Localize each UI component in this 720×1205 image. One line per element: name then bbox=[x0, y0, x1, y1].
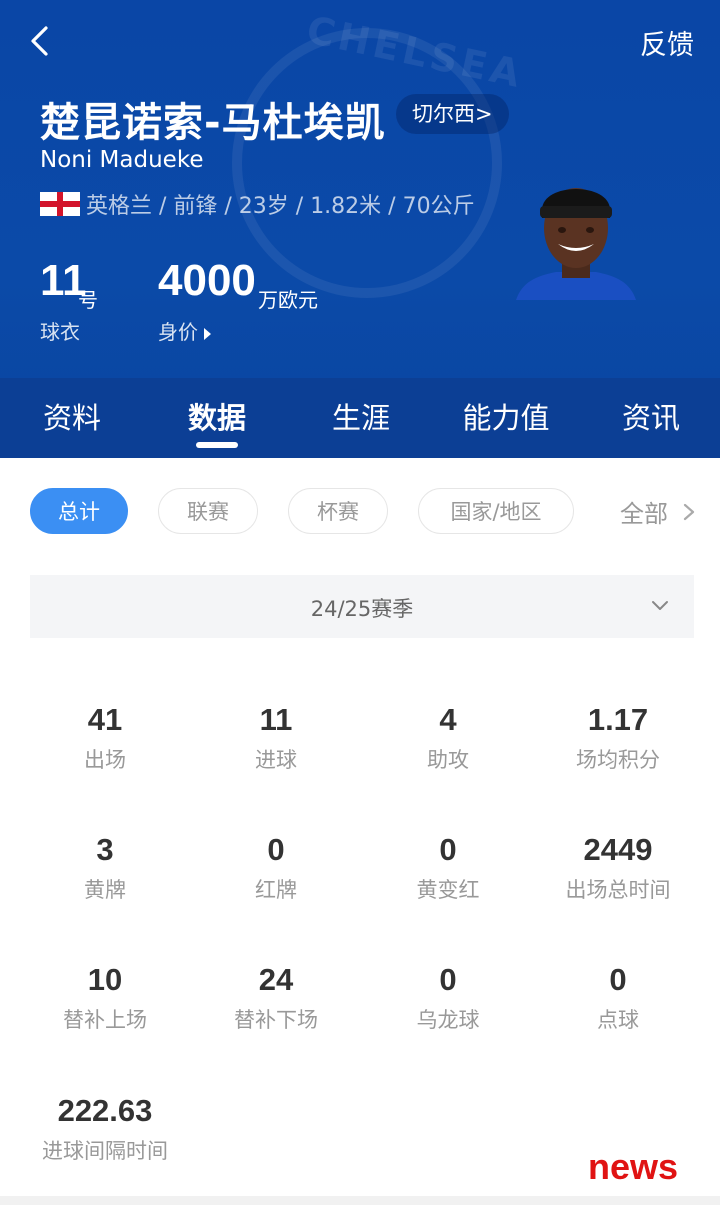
stat-sub-in: 10 替补上场 bbox=[19, 960, 191, 1034]
stat-label: 场均积分 bbox=[576, 748, 660, 772]
stat-value: 11 bbox=[259, 702, 293, 737]
stat-value: 222.63 bbox=[57, 1093, 153, 1128]
stat-sub-out: 24 替补下场 bbox=[190, 960, 362, 1034]
stat-value: 0 bbox=[267, 832, 285, 867]
stat-appearances: 41 出场 bbox=[19, 700, 191, 774]
season-label: 24/25赛季 bbox=[310, 597, 414, 621]
stat-value: 3 bbox=[96, 832, 114, 867]
club-link-button[interactable]: 切尔西> bbox=[396, 94, 509, 134]
stat-minutes-played: 2449 出场总时间 bbox=[532, 830, 704, 904]
filter-national[interactable]: 国家/地区 bbox=[418, 488, 574, 534]
stat-label: 进球间隔时间 bbox=[42, 1139, 168, 1163]
stat-value: 41 bbox=[87, 702, 123, 737]
stat-goal-interval: 222.63 进球间隔时间 bbox=[19, 1091, 191, 1165]
chevron-left-icon[interactable] bbox=[26, 24, 60, 58]
season-selector[interactable]: 24/25赛季 bbox=[30, 575, 694, 638]
player-tabs: 资料 数据 生涯 能力值 资讯 bbox=[0, 378, 720, 458]
player-name: 楚昆诺索-马杜埃凯 bbox=[40, 100, 386, 146]
feedback-button[interactable]: 反馈 bbox=[640, 23, 694, 62]
stat-value: 0 bbox=[439, 832, 457, 867]
stat-label: 红牌 bbox=[255, 878, 297, 902]
market-value: 4000 bbox=[158, 256, 256, 305]
player-name-english: Noni Madueke bbox=[40, 147, 204, 173]
filter-all-button[interactable]: 全部 bbox=[620, 494, 668, 529]
market-value-unit: 万欧元 bbox=[258, 288, 318, 312]
stat-value: 0 bbox=[439, 962, 457, 997]
stat-yellow-cards: 3 黄牌 bbox=[19, 830, 191, 904]
chevron-right-icon[interactable] bbox=[682, 502, 696, 522]
stat-value: 4 bbox=[439, 702, 457, 737]
stat-points-per-game: 1.17 场均积分 bbox=[532, 700, 704, 774]
stat-label: 替补下场 bbox=[234, 1008, 318, 1032]
filter-total[interactable]: 总计 bbox=[30, 488, 128, 534]
player-info: 英格兰 / 前锋 / 23岁 / 1.82米 / 70公斤 bbox=[86, 194, 475, 219]
tab-career[interactable]: 生涯 bbox=[306, 378, 416, 458]
tab-news[interactable]: 资讯 bbox=[596, 378, 706, 458]
stat-value: 2449 bbox=[583, 832, 653, 867]
filter-cup[interactable]: 杯赛 bbox=[288, 488, 388, 534]
active-tab-indicator bbox=[196, 442, 238, 448]
stat-value: 1.17 bbox=[587, 702, 649, 737]
news-watermark: news bbox=[588, 1146, 679, 1187]
stat-label: 乌龙球 bbox=[416, 1008, 480, 1032]
filter-league[interactable]: 联赛 bbox=[158, 488, 258, 534]
stat-value: 0 bbox=[609, 962, 627, 997]
chevron-down-icon[interactable] bbox=[650, 598, 670, 614]
tab-profile[interactable]: 资料 bbox=[17, 378, 127, 458]
tab-ability[interactable]: 能力值 bbox=[451, 378, 561, 458]
stat-label: 进球 bbox=[255, 748, 297, 772]
stat-label: 点球 bbox=[597, 1008, 639, 1032]
stat-own-goals: 0 乌龙球 bbox=[362, 960, 534, 1034]
stat-label: 替补上场 bbox=[63, 1008, 147, 1032]
stat-label: 助攻 bbox=[427, 748, 469, 772]
player-avatar bbox=[516, 188, 636, 300]
england-flag-icon bbox=[40, 192, 80, 216]
stat-label: 出场 bbox=[84, 748, 126, 772]
shirt-label: 球衣 bbox=[40, 320, 80, 344]
bottom-divider bbox=[0, 1196, 720, 1205]
shirt-number-unit: 号 bbox=[78, 288, 98, 312]
stat-assists: 4 助攻 bbox=[362, 700, 534, 774]
stat-label: 黄变红 bbox=[416, 878, 480, 902]
stat-value: 10 bbox=[87, 962, 123, 997]
stat-second-yellow: 0 黄变红 bbox=[362, 830, 534, 904]
stat-label: 黄牌 bbox=[84, 878, 126, 902]
stat-label: 出场总时间 bbox=[565, 878, 671, 902]
stat-penalties: 0 点球 bbox=[532, 960, 704, 1034]
stat-value: 24 bbox=[258, 962, 294, 997]
caret-right-icon bbox=[204, 327, 211, 340]
market-value-label: 身价 bbox=[158, 320, 198, 344]
stat-red-cards: 0 红牌 bbox=[190, 830, 362, 904]
market-value-link[interactable]: 身价 bbox=[158, 316, 211, 345]
stat-goals: 11 进球 bbox=[190, 700, 362, 774]
